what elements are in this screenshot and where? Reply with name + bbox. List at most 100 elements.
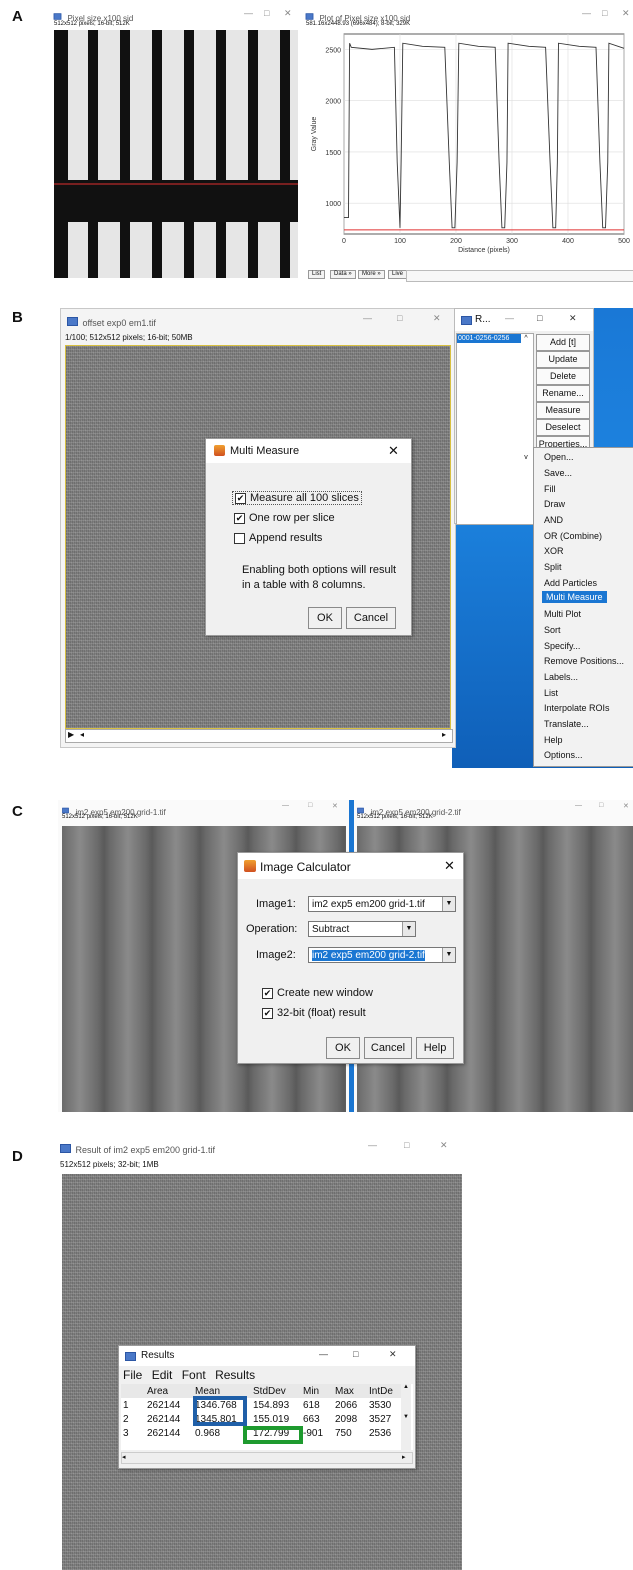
minimize-button[interactable]: — [282, 802, 289, 809]
cancel-button[interactable]: Cancel [364, 1037, 412, 1059]
play-icon[interactable]: ▶ [68, 730, 74, 739]
menu-file[interactable]: File [123, 1368, 142, 1382]
cancel-button[interactable]: Cancel [346, 607, 396, 629]
title-bar[interactable]: offset exp0 em1.tif — □ ✕ [67, 313, 455, 328]
minimize-button[interactable]: — [505, 313, 514, 323]
option-one-row[interactable]: ✔ One row per slice [234, 512, 335, 524]
checkbox[interactable]: ✔ [262, 987, 273, 999]
table-row[interactable]: 1 262144 1346.768 154.893 618 2066 3530 [121, 1398, 401, 1412]
roi-list-item[interactable]: 0001-0256-0256 [457, 334, 521, 343]
menu-item-multi-plot[interactable]: Multi Plot [544, 609, 581, 619]
list-button[interactable]: List [308, 270, 326, 279]
menu-item-or-combine[interactable]: OR (Combine) [544, 531, 602, 541]
horizontal-scrollbar[interactable]: ◂ ▸ [121, 1452, 413, 1464]
checkbox[interactable]: ✔ [262, 1007, 273, 1019]
menu-edit[interactable]: Edit [152, 1368, 173, 1382]
minimize-button[interactable]: — [368, 1140, 377, 1150]
menu-item-specify[interactable]: Specify... [544, 641, 580, 651]
image1-select[interactable]: im2 exp5 em200 grid-1.tif ▼ [308, 896, 456, 912]
option-append[interactable]: Append results [234, 532, 322, 544]
minimize-button[interactable]: — [319, 1349, 328, 1359]
minimize-button[interactable]: — [575, 802, 582, 809]
delete-button[interactable]: Delete [536, 368, 590, 385]
menu-font[interactable]: Font [182, 1368, 206, 1382]
close-button[interactable]: ✕ [622, 8, 630, 19]
close-button[interactable]: ✕ [332, 802, 338, 810]
title-bar[interactable]: Results — □ ✕ [119, 1346, 415, 1366]
deselect-button[interactable]: Deselect [536, 419, 590, 436]
checkbox[interactable]: ✔ [234, 512, 245, 524]
maximize-button[interactable]: □ [353, 1349, 358, 1359]
maximize-button[interactable]: □ [599, 802, 603, 809]
operation-select[interactable]: Subtract ▼ [308, 921, 416, 937]
measure-button[interactable]: Measure [536, 402, 590, 419]
scroll-left-icon[interactable]: ◂ [122, 1454, 126, 1461]
add-button[interactable]: Add [t] [536, 334, 590, 351]
option-create-new-window[interactable]: ✔ Create new window [262, 987, 373, 999]
close-button[interactable]: ✕ [623, 802, 629, 810]
menu-item-sort[interactable]: Sort [544, 625, 561, 635]
menu-item-remove-positions[interactable]: Remove Positions... [544, 656, 624, 666]
menu-results[interactable]: Results [215, 1368, 255, 1382]
menu-item-list[interactable]: List [544, 688, 558, 698]
title-bar[interactable]: im2 exp5 em200 grid-2.tif — □ ✕ [355, 802, 633, 817]
title-bar[interactable]: Pixel size x100 sid — □ ✕ [52, 8, 298, 23]
update-button[interactable]: Update [536, 351, 590, 368]
menu-item-interpolate-rois[interactable]: Interpolate ROIs [544, 703, 610, 713]
title-bar[interactable]: Result of im2 exp5 em200 grid-1.tif — □ … [60, 1140, 465, 1155]
menu-item-save[interactable]: Save... [544, 468, 572, 478]
table-row[interactable]: 2 262144 1345.801 155.019 663 2098 3527 [121, 1412, 401, 1426]
data-button[interactable]: Data » [330, 270, 356, 279]
maximize-button[interactable]: □ [537, 313, 542, 323]
menu-item-open[interactable]: Open... [544, 452, 574, 462]
ok-button[interactable]: OK [326, 1037, 360, 1059]
menu-item-add-particles[interactable]: Add Particles [544, 578, 597, 588]
menu-item-help[interactable]: Help [544, 735, 563, 745]
title-bar[interactable]: im2 exp5 em200 grid-1.tif — □ ✕ [60, 802, 348, 817]
ok-button[interactable]: OK [308, 607, 342, 629]
menu-item-split[interactable]: Split [544, 562, 562, 572]
scroll-right-icon[interactable]: ▸ [402, 1453, 406, 1461]
option-measure-all[interactable]: ✔ Measure all 100 slices [232, 491, 362, 505]
close-button[interactable]: ✕ [284, 8, 292, 19]
dialog-title-bar[interactable]: Image Calculator ✕ [238, 853, 463, 879]
help-button[interactable]: Help [416, 1037, 454, 1059]
maximize-button[interactable]: □ [264, 8, 269, 18]
roi-list-scrollbar[interactable]: ^ v [521, 335, 531, 521]
menu-item-multi-measure[interactable]: Multi Measure [542, 591, 607, 603]
menu-item-and[interactable]: AND [544, 515, 563, 525]
scroll-right-icon[interactable]: ▸ [442, 730, 446, 739]
maximize-button[interactable]: □ [602, 8, 607, 18]
maximize-button[interactable]: □ [397, 313, 402, 323]
menu-item-xor[interactable]: XOR [544, 546, 564, 556]
close-icon[interactable]: ✕ [444, 858, 455, 874]
close-button[interactable]: ✕ [569, 313, 577, 324]
more-button[interactable]: More » [358, 270, 385, 279]
minimize-button[interactable]: — [244, 8, 253, 18]
menu-item-translate[interactable]: Translate... [544, 719, 589, 729]
scroll-left-icon[interactable]: ◂ [80, 730, 84, 739]
title-bar[interactable]: R... — □ ✕ [455, 309, 593, 331]
option-32bit-result[interactable]: ✔ 32-bit (float) result [262, 1007, 366, 1019]
menu-item-labels[interactable]: Labels... [544, 672, 578, 682]
menu-item-draw[interactable]: Draw [544, 499, 565, 509]
menu-item-fill[interactable]: Fill [544, 484, 556, 494]
minimize-button[interactable]: — [582, 8, 591, 18]
checkbox[interactable] [234, 532, 245, 544]
menu-item-options[interactable]: Options... [544, 750, 583, 760]
close-icon[interactable]: ✕ [388, 443, 399, 459]
vertical-scrollbar[interactable]: ▲ ▼ [401, 1384, 411, 1450]
slice-scrollbar[interactable]: ▶ ◂ ▸ [65, 729, 453, 743]
image2-select[interactable]: im2 exp5 em200 grid-2.tif ▼ [308, 947, 456, 963]
minimize-button[interactable]: — [363, 313, 372, 323]
live-button[interactable]: Live [388, 270, 408, 279]
maximize-button[interactable]: □ [308, 802, 312, 809]
grid-image[interactable] [54, 30, 298, 278]
close-button[interactable]: ✕ [440, 1140, 448, 1151]
checkbox[interactable]: ✔ [235, 492, 246, 504]
maximize-button[interactable]: □ [404, 1140, 409, 1150]
close-button[interactable]: ✕ [389, 1349, 397, 1360]
rename-button[interactable]: Rename... [536, 385, 590, 402]
title-bar[interactable]: Plot of Pixel size x100 sid — □ ✕ [304, 8, 633, 23]
close-button[interactable]: ✕ [433, 313, 441, 324]
